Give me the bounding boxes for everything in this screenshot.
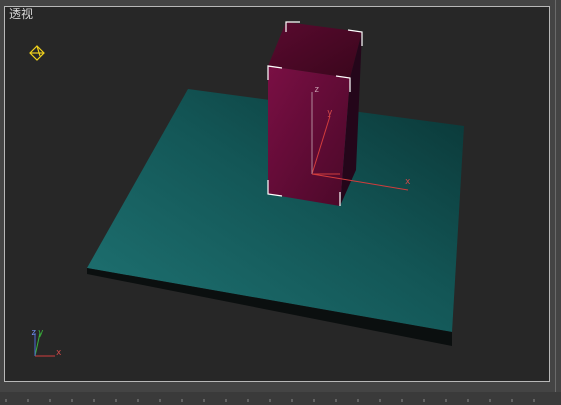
box-front-face [268, 66, 350, 206]
bottom-ruler-ticks [5, 399, 535, 402]
viewport-label[interactable]: 透视 [9, 7, 33, 21]
gizmo-x-label: x [405, 177, 411, 187]
box-object[interactable] [267, 21, 363, 206]
scene-svg: x y z x y z [29, 21, 464, 358]
gizmo-z-label: z [314, 85, 319, 95]
gizmo-y-label: y [327, 108, 333, 118]
perspective-viewport[interactable]: x y z x y z 透视 [0, 0, 561, 405]
world-z-label: z [31, 328, 36, 338]
world-x-label: x [56, 348, 62, 358]
light-icon[interactable] [29, 45, 45, 61]
world-y-label: y [38, 328, 44, 338]
